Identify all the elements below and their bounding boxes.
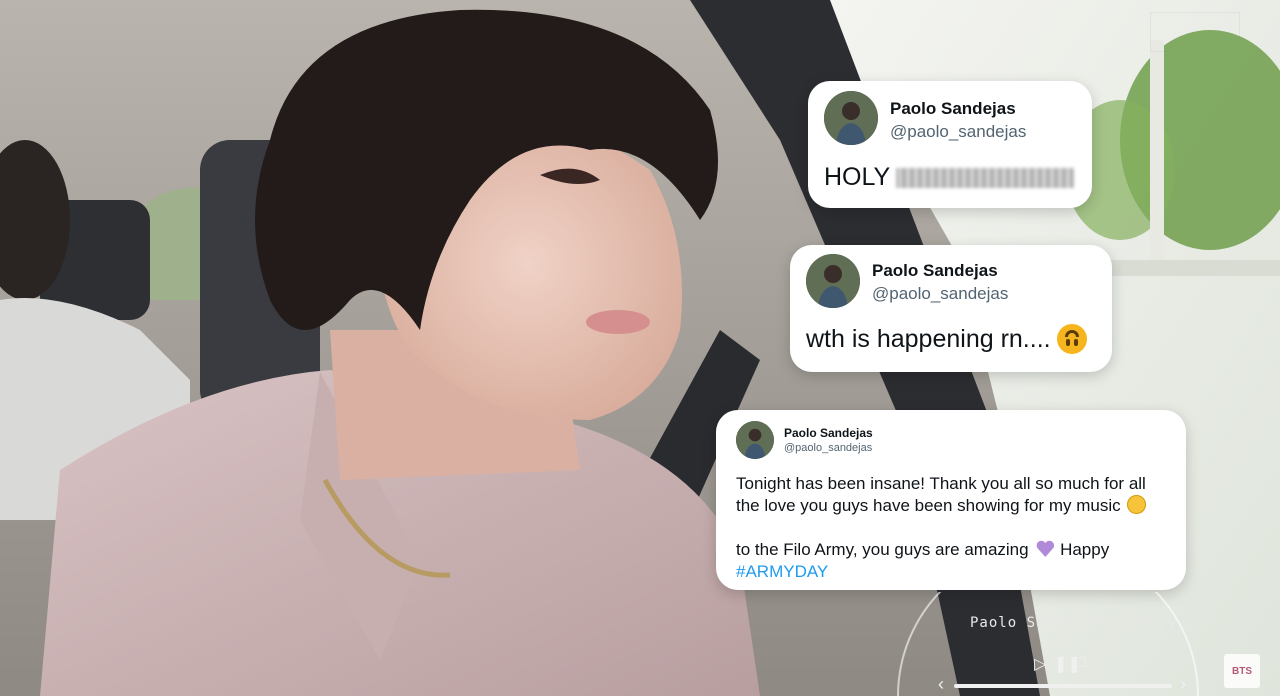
user-handle[interactable]: @paolo_sandejas [872, 284, 1008, 304]
tweet-paragraph-1: Tonight has been insane! Thank you all s… [736, 473, 1166, 517]
tweet-paragraph-2: to the Filo Army, you guys are amazing H… [736, 539, 1166, 583]
tweet-text-content: wth is happening rn.... [806, 324, 1051, 353]
song-title: Paolo Sandejas - Sorry [970, 615, 1178, 631]
stop-icon[interactable]: □ [1076, 654, 1086, 672]
tweet-header: Paolo Sandejas @paolo_sandejas [806, 254, 1096, 308]
chevron-left-icon[interactable]: ‹ [938, 674, 944, 695]
profile-photo-icon [806, 254, 860, 308]
tweet-header: Paolo Sandejas @paolo_sandejas [824, 91, 1076, 145]
profile-photo-icon [736, 421, 774, 459]
tweet-card-2: Paolo Sandejas @paolo_sandejas wth is ha… [790, 245, 1112, 372]
display-name[interactable]: Paolo Sandejas [890, 99, 1026, 119]
avatar[interactable] [736, 421, 774, 459]
upside-down-face-icon [1056, 324, 1087, 354]
channel-watermark-icon [1150, 12, 1240, 52]
relieved-face-icon [1127, 495, 1147, 514]
profile-photo-icon [824, 91, 878, 145]
avatar[interactable] [806, 254, 860, 308]
tweet-header: Paolo Sandejas @paolo_sandejas [736, 421, 1166, 459]
tweet-card-3: Paolo Sandejas @paolo_sandejas Tonight h… [716, 410, 1186, 590]
tweet-text: wth is happening rn.... [806, 324, 1096, 354]
play-icon[interactable]: ▷ [1034, 654, 1046, 674]
tweet-card-1: Paolo Sandejas @paolo_sandejas HOLY [808, 81, 1092, 208]
tweet-text-content: HOLY [824, 163, 891, 191]
tweet-paragraph-1-text: Tonight has been insane! Thank you all s… [736, 474, 1146, 515]
user-handle[interactable]: @paolo_sandejas [890, 122, 1026, 142]
tweet-paragraph-2-text: to the Filo Army, you guys are amazing [736, 540, 1029, 559]
player-ring-icon [897, 592, 1199, 696]
chevron-right-icon[interactable]: › [1180, 674, 1186, 695]
music-player-overlay: Paolo Sandejas - Sorry ▷ ❚❚ □ ‹ › [888, 592, 1208, 696]
censored-text-blur [896, 167, 1075, 188]
progress-bar[interactable] [954, 684, 1172, 688]
hashtag-link[interactable]: #ARMYDAY [736, 562, 828, 581]
tweet-text: HOLY [824, 163, 1076, 192]
tweet-text: Tonight has been insane! Thank you all s… [736, 473, 1166, 583]
avatar[interactable] [824, 91, 878, 145]
user-handle[interactable]: @paolo_sandejas [784, 442, 873, 454]
display-name[interactable]: Paolo Sandejas [872, 261, 1008, 281]
tweet-paragraph-2-suffix: Happy [1060, 540, 1110, 559]
bts-logo: BTS [1224, 654, 1260, 688]
display-name[interactable]: Paolo Sandejas [784, 426, 873, 440]
purple-heart-icon [1035, 540, 1055, 558]
